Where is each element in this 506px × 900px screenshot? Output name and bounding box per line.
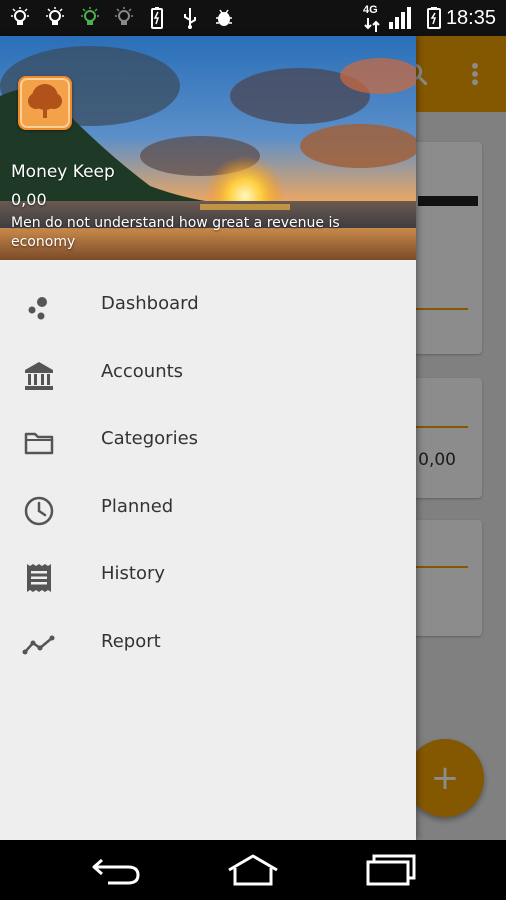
navigation-drawer: Money Keep 0,00 Men do not understand ho… — [0, 36, 416, 840]
menu-item-label: Accounts — [101, 360, 184, 382]
status-bar: 4G 18:35 — [0, 0, 506, 36]
back-icon[interactable] — [88, 852, 144, 888]
menu-item-history[interactable]: History — [0, 542, 416, 610]
app-title: Money Keep — [11, 162, 115, 182]
tree-icon — [20, 78, 70, 128]
receipt-icon — [27, 564, 51, 592]
battery-charging-icon — [151, 7, 163, 29]
menu-item-accounts[interactable]: Accounts — [0, 340, 416, 408]
network-type: 4G — [363, 4, 378, 16]
drawer-menu: Dashboard Accounts Categories Planned Hi… — [0, 272, 416, 677]
menu-item-categories[interactable]: Categories — [0, 407, 416, 475]
app-logo — [18, 76, 72, 130]
bank-icon — [25, 361, 53, 390]
menu-item-dashboard[interactable]: Dashboard — [0, 272, 416, 340]
menu-item-label: Report — [101, 630, 161, 652]
clock-icon — [24, 496, 54, 525]
bulb-icon — [46, 7, 64, 25]
trend-line-icon — [22, 635, 55, 654]
system-nav-bar — [0, 840, 506, 900]
menu-item-label: History — [101, 563, 166, 584]
menu-item-label: Planned — [101, 495, 174, 517]
network-indicator: 4G — [361, 4, 383, 32]
bulb-icon — [11, 7, 29, 25]
bulb-green-icon — [81, 7, 99, 25]
header-quote: Men do not understand how great a revenu… — [11, 215, 340, 250]
folder-icon — [24, 432, 54, 455]
balance-amount: 0,00 — [11, 190, 47, 209]
dashboard-icon — [28, 297, 47, 320]
menu-item-report[interactable]: Report — [0, 610, 416, 678]
data-arrows-icon — [364, 18, 380, 32]
signal-icon — [389, 7, 411, 29]
recents-icon[interactable] — [362, 852, 418, 888]
menu-item-label: Dashboard — [101, 293, 199, 314]
battery-icon — [427, 7, 441, 29]
menu-item-planned[interactable]: Planned — [0, 475, 416, 543]
bulb-icon — [115, 7, 133, 25]
home-icon[interactable] — [225, 852, 281, 888]
menu-item-label: Categories — [101, 428, 199, 449]
usb-icon — [184, 8, 196, 29]
clock-time: 18:35 — [445, 7, 496, 29]
android-debug-icon — [216, 9, 232, 26]
drawer-header: Money Keep 0,00 Men do not understand ho… — [0, 36, 416, 260]
